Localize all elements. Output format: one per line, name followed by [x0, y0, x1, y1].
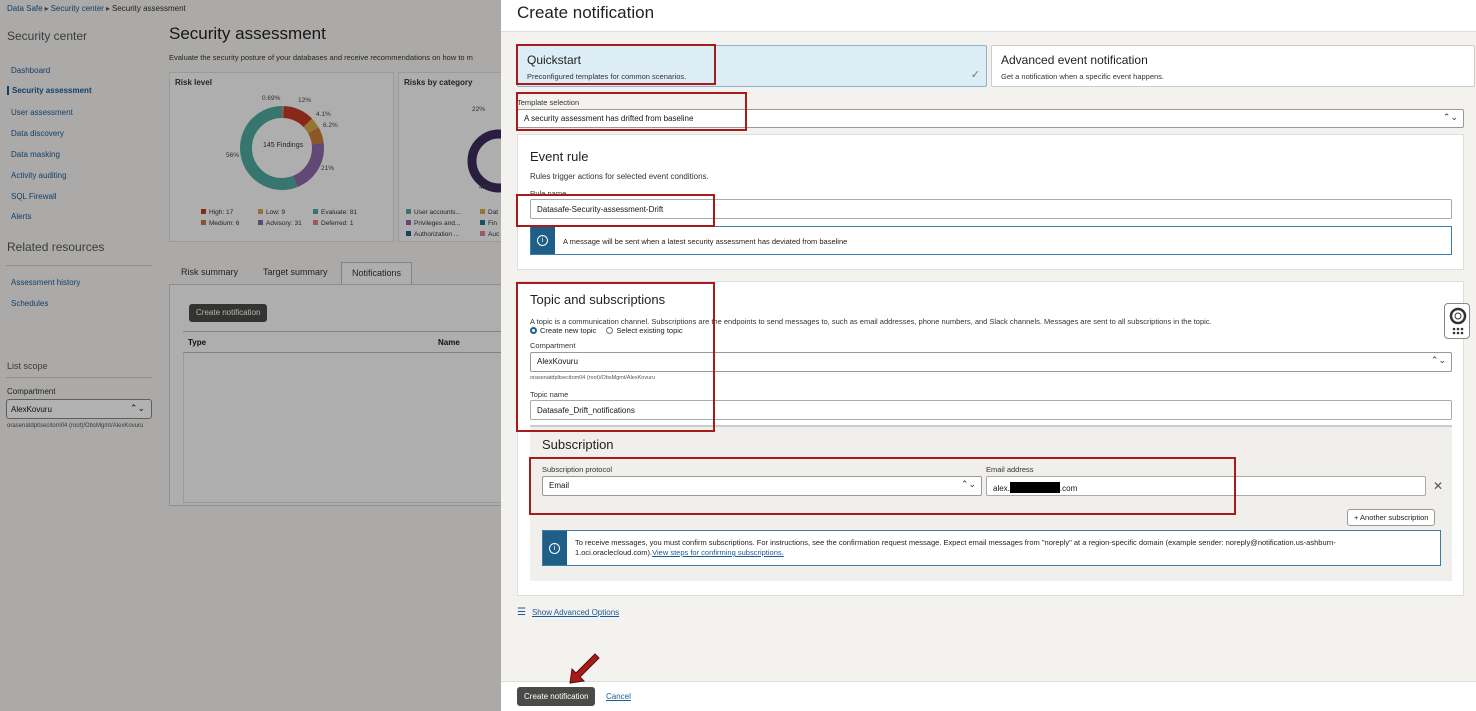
template-selection-label: Template selection — [517, 98, 580, 107]
radio-selected-icon — [530, 327, 537, 334]
check-icon: ✓ — [970, 69, 980, 81]
drawer-title: Create notification — [517, 3, 655, 22]
advanced-event-card[interactable]: Advanced event notification Get a notifi… — [991, 45, 1475, 87]
topic-name-input[interactable]: Datasafe_Drift_notifications — [530, 400, 1452, 420]
event-rule-title: Event rule — [530, 149, 589, 164]
modal-overlay[interactable] — [0, 0, 501, 711]
event-rule-info: i A message will be sent when a latest s… — [530, 226, 1452, 255]
event-rule-info-text: A message will be sent when a latest sec… — [563, 237, 848, 246]
redacted-block — [1009, 482, 1060, 493]
lifebuoy-icon — [1449, 307, 1467, 335]
radio-empty-icon — [606, 327, 614, 334]
show-advanced-options[interactable]: ☰ Show Advanced Options — [517, 607, 619, 618]
template-selection-select[interactable]: A security assessment has drifted from b… — [517, 109, 1464, 128]
rule-name-label: Rule name — [530, 189, 567, 198]
compartment-label: Compartment — [530, 341, 576, 350]
subscription-panel: Subscription Subscription protocol Email… — [530, 425, 1452, 581]
event-rule-section: Event rule Rules trigger actions for sel… — [517, 134, 1464, 270]
view-steps-link[interactable]: View steps for confirming subscriptions. — [652, 548, 784, 557]
topic-radio-group: Create new topic Select existing topic — [530, 326, 691, 335]
email-address-input[interactable]: alex. .com — [986, 476, 1426, 496]
help-widget[interactable] — [1444, 303, 1470, 339]
subscription-protocol-select[interactable]: Email ⌃⌄ — [542, 476, 982, 496]
info-icon: i — [549, 543, 560, 554]
drawer-body: Quickstart Preconfigured templates for c… — [501, 31, 1476, 681]
sliders-icon: ☰ — [517, 607, 526, 618]
info-icon: i — [537, 235, 548, 246]
quickstart-card[interactable]: Quickstart Preconfigured templates for c… — [517, 45, 987, 87]
arrow-pointer-icon — [569, 653, 600, 684]
subscription-info: i To receive messages, you must confirm … — [542, 530, 1441, 566]
another-subscription-button[interactable]: + Another subscription — [1347, 509, 1436, 526]
topic-title: Topic and subscriptions — [530, 292, 666, 307]
template-selection-value: A security assessment has drifted from b… — [524, 114, 694, 123]
cancel-link[interactable]: Cancel — [606, 692, 631, 701]
compartment-value: AlexKovuru — [537, 357, 578, 366]
info-strip: i — [543, 531, 567, 565]
quickstart-title: Quickstart — [527, 53, 582, 67]
chevron-updown-icon: ⌃⌄ — [1430, 355, 1446, 365]
remove-subscription-icon[interactable]: ✕ — [1433, 479, 1443, 493]
email-address-label: Email address — [986, 465, 1034, 474]
event-rule-desc: Rules trigger actions for selected event… — [530, 172, 709, 181]
advanced-event-desc: Get a notification when a specific event… — [1001, 72, 1165, 81]
subscription-info-text: To receive messages, you must confirm su… — [575, 538, 1336, 557]
radio-select-existing-topic[interactable]: Select existing topic — [606, 326, 683, 335]
topic-section: Topic and subscriptions A topic is a com… — [517, 281, 1464, 596]
topic-name-label: Topic name — [530, 390, 569, 399]
create-notification-drawer: Create notification Quickstart Preconfig… — [501, 0, 1476, 711]
topic-desc: A topic is a communication channel. Subs… — [530, 317, 1212, 326]
compartment-path: orasenatdpltsecitom04 (root)/ObsMgmt/Ale… — [530, 375, 656, 381]
subscription-protocol-value: Email — [549, 481, 570, 490]
drawer-footer: Create notification Cancel — [501, 681, 1476, 711]
rule-name-input[interactable]: Datasafe-Security-assessment-Drift — [530, 199, 1452, 219]
subscription-protocol-label: Subscription protocol — [542, 465, 613, 474]
subscription-title: Subscription — [542, 437, 614, 452]
chevron-updown-icon: ⌃⌄ — [1442, 112, 1458, 122]
radio-create-new-topic[interactable]: Create new topic — [530, 326, 596, 335]
advanced-event-title: Advanced event notification — [1001, 53, 1148, 67]
compartment-select[interactable]: AlexKovuru ⌃⌄ — [530, 352, 1452, 372]
chevron-updown-icon: ⌃⌄ — [960, 479, 976, 489]
info-strip: i — [531, 227, 555, 254]
quickstart-desc: Preconfigured templates for common scena… — [527, 72, 687, 81]
